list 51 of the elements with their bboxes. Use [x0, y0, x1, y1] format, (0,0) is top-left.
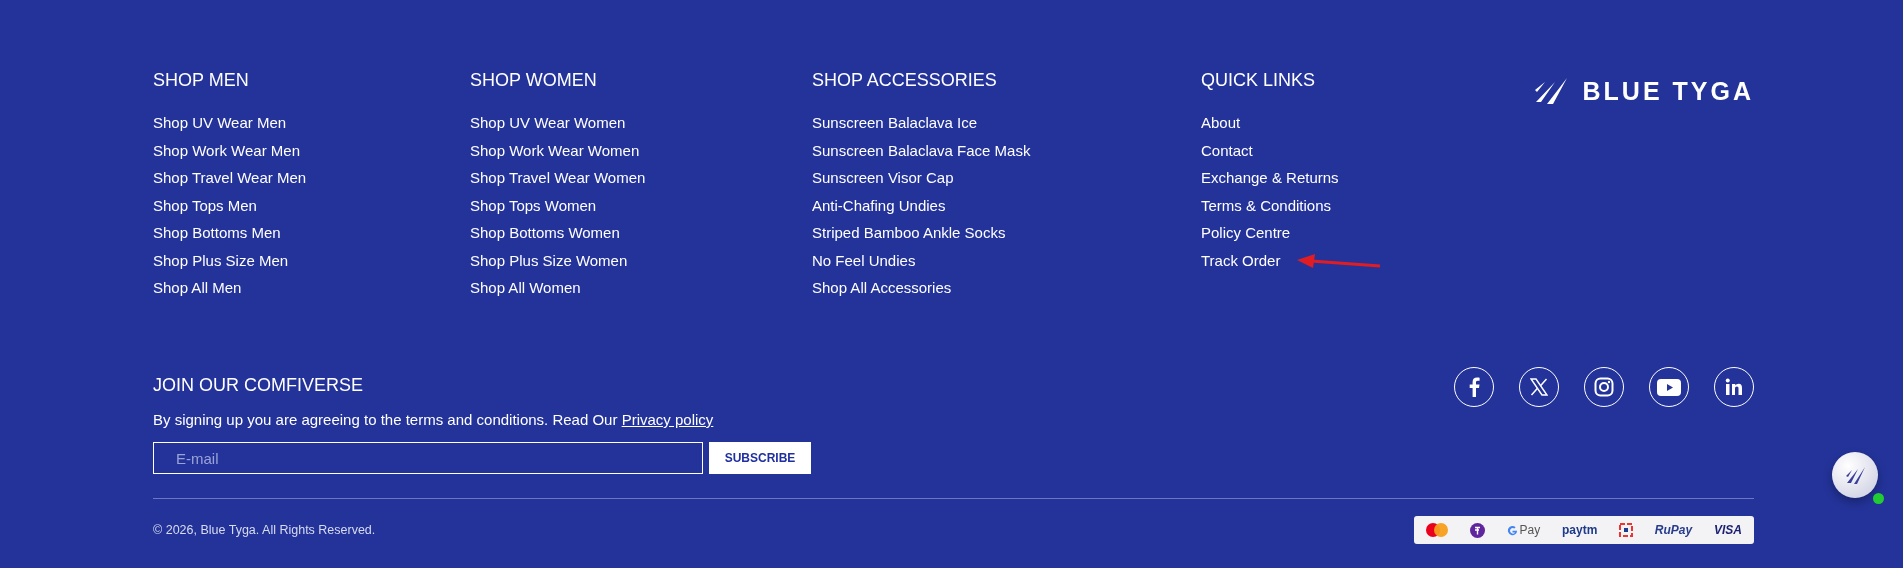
- footer-link[interactable]: Shop UV Wear Men: [153, 109, 287, 137]
- column-heading: QUICK LINKS: [1201, 70, 1317, 91]
- brand-logo: BLUE TYGA: [1582, 76, 1754, 106]
- youtube-icon: [1657, 378, 1681, 396]
- footer-link[interactable]: Shop Plus Size Women: [470, 246, 628, 274]
- footer-link[interactable]: Shop Tops Men: [153, 191, 257, 219]
- hdfc-icon: [1619, 523, 1634, 537]
- paytm-logo: paytm: [1562, 523, 1598, 537]
- footer-link[interactable]: Policy Centre: [1201, 219, 1291, 247]
- x-icon: [1530, 378, 1548, 396]
- visa-logo: VISA: [1714, 523, 1742, 537]
- mastercard-icon: [1426, 523, 1448, 537]
- google-pay-logo: Pay: [1506, 523, 1541, 537]
- footer-link[interactable]: Track Order: [1201, 246, 1281, 274]
- footer-link[interactable]: Sunscreen Visor Cap: [812, 164, 954, 192]
- newsletter-heading: JOIN OUR COMFIVERSE: [153, 375, 364, 396]
- footer-link[interactable]: Anti-Chafing Undies: [812, 191, 946, 219]
- chat-button[interactable]: [1832, 452, 1878, 498]
- privacy-link[interactable]: Privacy policy: [621, 411, 714, 428]
- footer-link[interactable]: About: [1201, 109, 1241, 137]
- column-heading: SHOP MEN: [153, 70, 250, 91]
- footer-link[interactable]: Shop UV Wear Women: [470, 109, 626, 137]
- footer-link[interactable]: Shop Travel Wear Women: [470, 164, 646, 192]
- footer-link[interactable]: Shop Bottoms Women: [470, 219, 620, 247]
- footer-link[interactable]: No Feel Undies: [812, 246, 916, 274]
- facebook-icon: [1468, 377, 1480, 397]
- footer-link[interactable]: Shop Work Wear Women: [470, 136, 640, 164]
- footer-link[interactable]: Striped Bamboo Ankle Socks: [812, 219, 1006, 247]
- column-heading: SHOP ACCESSORIES: [812, 70, 998, 91]
- instagram-icon: [1594, 377, 1614, 397]
- footer-link[interactable]: Shop Tops Women: [470, 191, 597, 219]
- footer-link[interactable]: Shop All Men: [153, 274, 242, 302]
- phonepe-icon: [1469, 522, 1485, 538]
- subscribe-button[interactable]: SUBSCRIBE: [709, 442, 811, 474]
- footer-link[interactable]: Shop Work Wear Men: [153, 136, 300, 164]
- email-field[interactable]: E-mail: [153, 442, 703, 474]
- footer-link[interactable]: Terms & Conditions: [1201, 191, 1332, 219]
- footer-link[interactable]: Shop All Accessories: [812, 274, 952, 302]
- footer-link[interactable]: Shop Plus Size Men: [153, 246, 289, 274]
- footer-link[interactable]: Exchange & Returns: [1201, 164, 1339, 192]
- footer-link[interactable]: Shop Travel Wear Men: [153, 164, 307, 192]
- footer-link[interactable]: Sunscreen Balaclava Face Mask: [812, 136, 1031, 164]
- copyright-text: © 2026, Blue Tyga. All Rights Reserved.: [153, 523, 376, 537]
- column-heading: SHOP WOMEN: [470, 70, 598, 91]
- footer-link[interactable]: Sunscreen Balaclava Ice: [812, 109, 978, 137]
- rupay-logo: RuPay: [1654, 523, 1693, 537]
- footer-link[interactable]: Shop All Women: [470, 274, 581, 302]
- footer-link[interactable]: Shop Bottoms Men: [153, 219, 281, 247]
- newsletter-text: By signing up you are agreeing to the terms and conditions. Read Our Privacy policy: [153, 411, 715, 428]
- linkedin-icon: [1725, 378, 1743, 396]
- footer-link[interactable]: Contact: [1201, 136, 1253, 164]
